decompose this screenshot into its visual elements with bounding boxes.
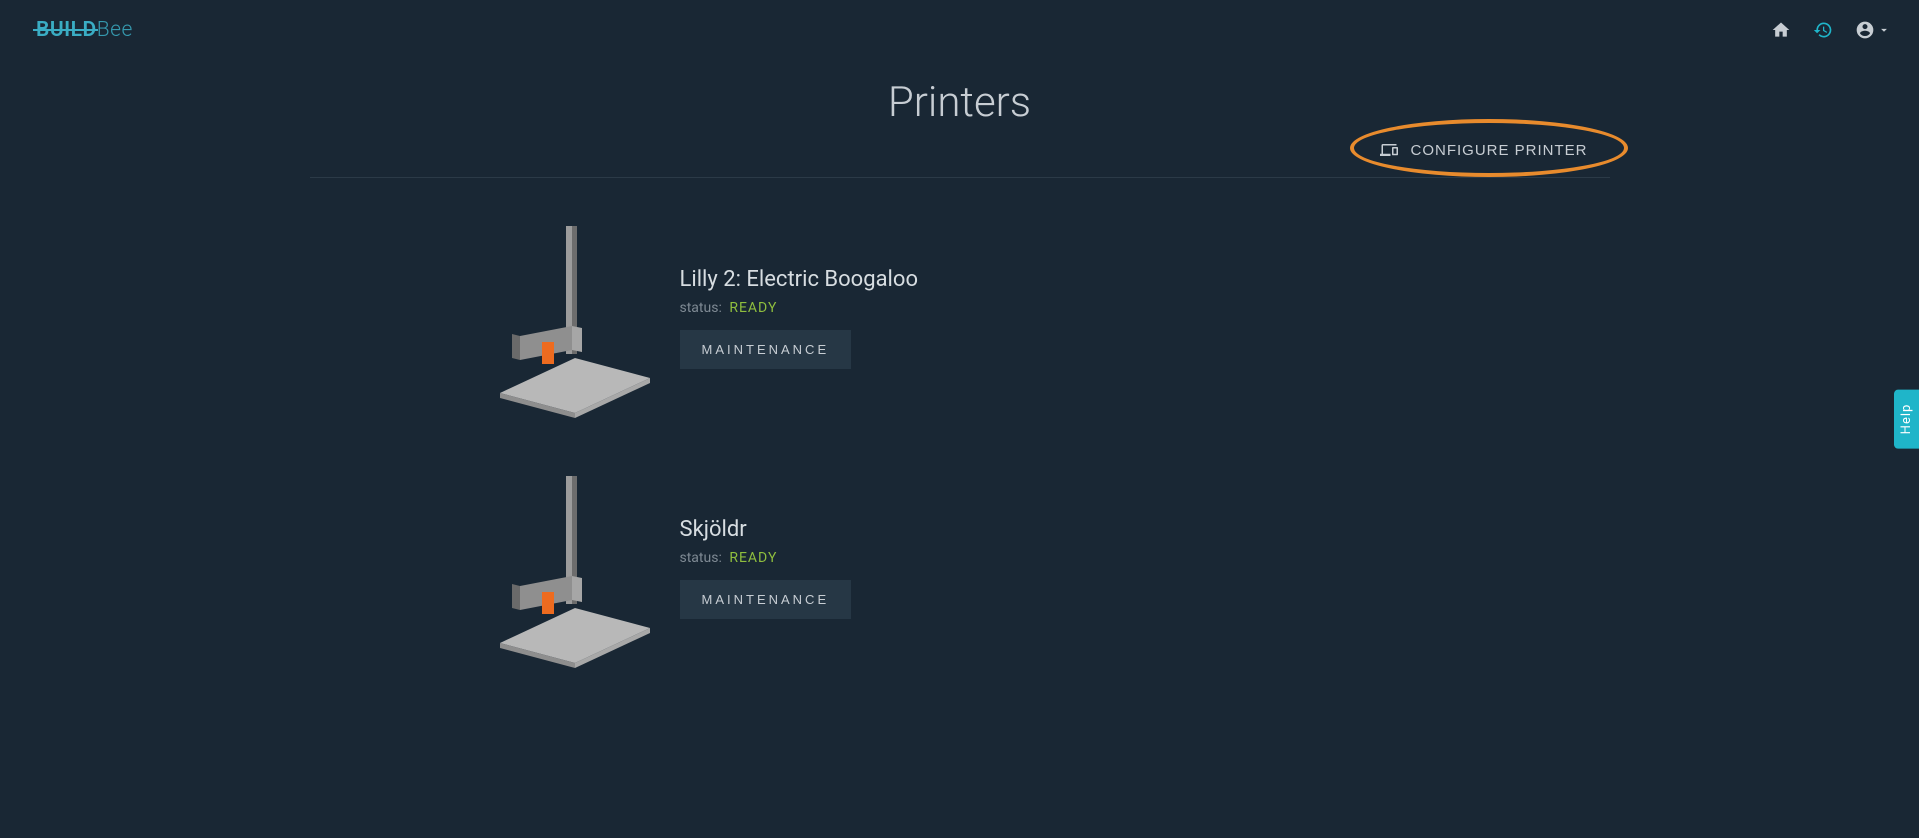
- printer-name: Lilly 2: Electric Boogaloo: [680, 267, 919, 292]
- printer-row: Lilly 2: Electric Boogaloo status: READY…: [480, 218, 1580, 418]
- brand-logo[interactable]: BUILDBee: [36, 18, 133, 42]
- help-label: Help: [1899, 404, 1914, 435]
- printer-row: Skjöldr status: READY MAINTENANCE: [480, 468, 1580, 668]
- status-label: status:: [680, 550, 722, 566]
- toolbar: CONFIGURE PRINTER: [298, 133, 1622, 177]
- printer-name: Skjöldr: [680, 517, 852, 542]
- chevron-down-icon: [1877, 23, 1891, 37]
- brand-part2: Bee: [97, 18, 133, 42]
- home-icon: [1771, 20, 1791, 40]
- printer-info: Skjöldr status: READY MAINTENANCE: [680, 517, 852, 619]
- maintenance-button[interactable]: MAINTENANCE: [680, 330, 852, 369]
- app-header: BUILDBee: [0, 0, 1919, 54]
- status-label: status:: [680, 300, 722, 316]
- maintenance-button[interactable]: MAINTENANCE: [680, 580, 852, 619]
- home-button[interactable]: [1771, 20, 1791, 40]
- account-menu[interactable]: [1855, 20, 1891, 40]
- devices-icon: [1380, 141, 1398, 159]
- status-value: READY: [729, 300, 777, 316]
- configure-printer-label: CONFIGURE PRINTER: [1410, 142, 1587, 159]
- printer-list: Lilly 2: Electric Boogaloo status: READY…: [320, 178, 1600, 778]
- status-value: READY: [729, 550, 777, 566]
- printer-status: status: READY: [680, 550, 852, 566]
- page-title: Printers: [0, 78, 1919, 127]
- history-icon: [1813, 20, 1833, 40]
- help-tab[interactable]: Help: [1894, 390, 1919, 449]
- configure-printer-button[interactable]: CONFIGURE PRINTER: [1358, 133, 1609, 167]
- printer-status: status: READY: [680, 300, 919, 316]
- history-button[interactable]: [1813, 20, 1833, 40]
- printer-illustration: [480, 218, 660, 418]
- printer-illustration: [480, 468, 660, 668]
- brand-part1: BUILD: [36, 18, 97, 42]
- printer-info: Lilly 2: Electric Boogaloo status: READY…: [680, 267, 919, 369]
- account-icon: [1855, 20, 1875, 40]
- header-actions: [1771, 20, 1891, 40]
